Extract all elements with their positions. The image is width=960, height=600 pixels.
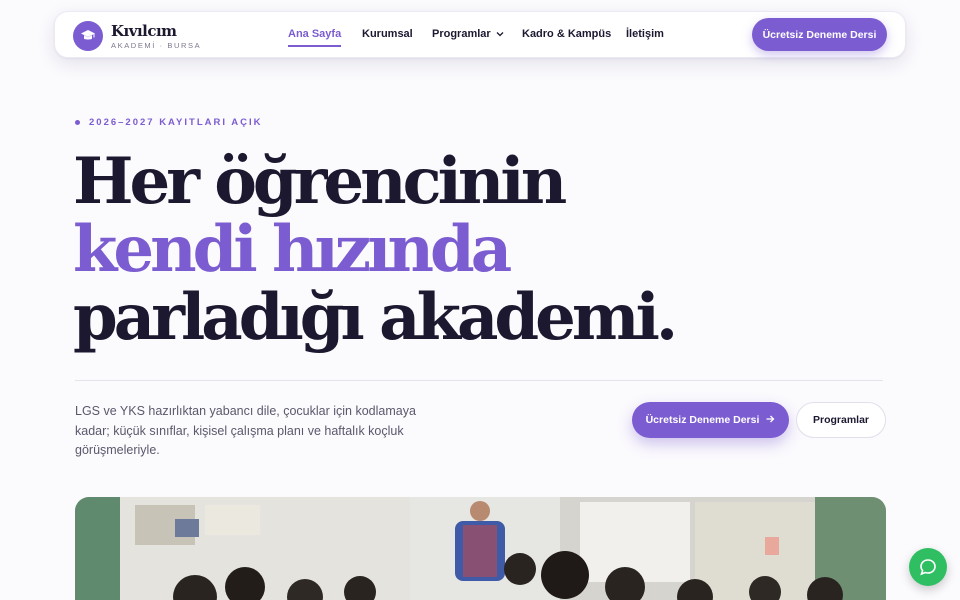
enrollment-eyebrow: 2026–2027 KAYITLARI AÇIK bbox=[75, 117, 263, 128]
classroom-illustration bbox=[75, 497, 886, 600]
site-header: Kıvılcım AKADEMİ · BURSA Ana Sayfa Kurum… bbox=[54, 11, 906, 58]
nav-item-kadro-kampus[interactable]: Kadro & Kampüs bbox=[522, 28, 611, 40]
hero-lead-text: LGS ve YKS hazırlıktan yabancı dile, çoc… bbox=[75, 404, 416, 457]
hero-trial-lesson-button[interactable]: Ücretsiz Deneme Dersi bbox=[632, 402, 789, 438]
chat-bubble-icon[interactable] bbox=[909, 548, 947, 586]
nav-item-kurumsal[interactable]: Kurumsal bbox=[362, 28, 413, 40]
button-label: Ücretsiz Deneme Dersi bbox=[645, 414, 760, 426]
nav-item-programlar[interactable]: Programlar bbox=[432, 28, 504, 40]
nav-item-label: Kurumsal bbox=[362, 28, 413, 40]
trial-lesson-button[interactable]: Ücretsiz Deneme Dersi bbox=[752, 18, 887, 51]
nav-item-label: Programlar bbox=[432, 28, 491, 40]
eyebrow-dot-icon bbox=[75, 120, 80, 125]
graduation-cap-icon[interactable] bbox=[73, 21, 103, 51]
headline-line-1: Her öğrencinin bbox=[73, 144, 567, 219]
nav-item-iletisim[interactable]: İletişim bbox=[626, 28, 664, 40]
nav-item-label: Ana Sayfa bbox=[288, 28, 342, 40]
nav-item-ana-sayfa[interactable]: Ana Sayfa bbox=[288, 28, 342, 47]
hero-programs-button[interactable]: Programlar bbox=[796, 402, 886, 438]
chevron-down-icon bbox=[496, 28, 504, 40]
eyebrow-text: 2026–2027 KAYITLARI AÇIK bbox=[89, 117, 263, 128]
classroom-photo bbox=[75, 497, 886, 600]
brand-subtitle: AKADEMİ · BURSA bbox=[111, 41, 202, 50]
headline-line-3: parladığı akademi. bbox=[73, 280, 678, 355]
headline-line-2-accent: kendi hızında bbox=[73, 212, 512, 287]
nav-item-label: İletişim bbox=[626, 28, 664, 40]
arrow-right-icon bbox=[766, 414, 775, 426]
brand-name[interactable]: Kıvılcım bbox=[111, 22, 177, 40]
active-nav-underline bbox=[288, 45, 342, 47]
hero-divider bbox=[75, 380, 883, 381]
hero-headline: Her öğrencinin kendi hızında parladığı a… bbox=[73, 144, 678, 355]
nav-item-label: Kadro & Kampüs bbox=[522, 28, 612, 40]
